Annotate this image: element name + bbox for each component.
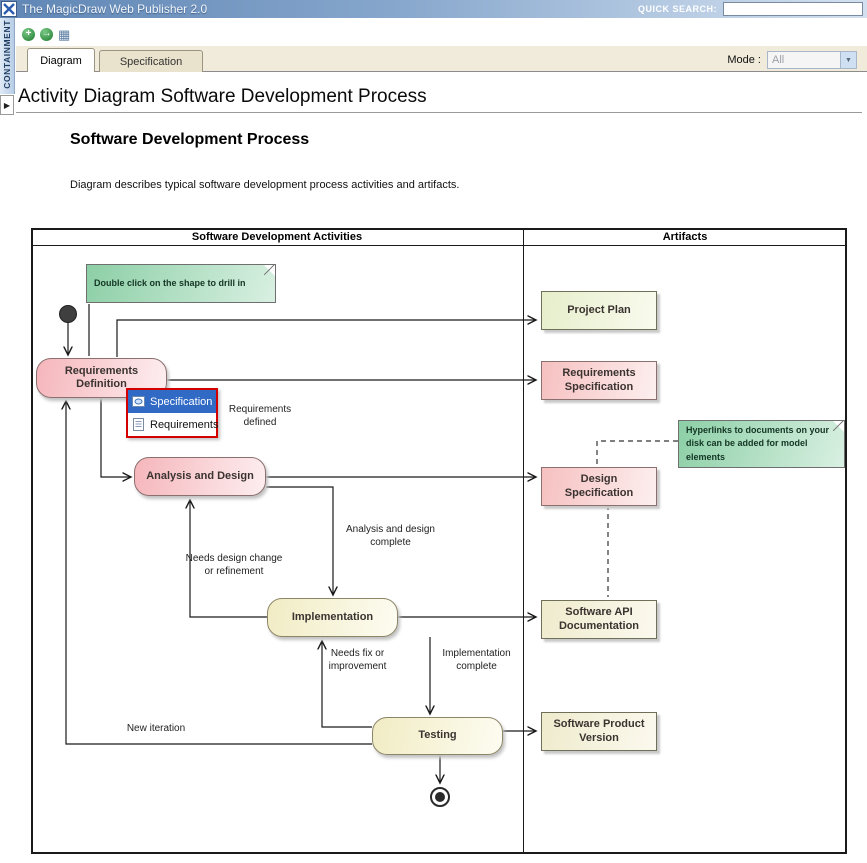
final-node (430, 787, 450, 807)
page-heading: Activity Diagram Software Development Pr… (18, 86, 427, 108)
artifact-requirements-specification[interactable]: Requirements Specification (541, 361, 657, 400)
menu-item-label: Requirements (150, 419, 218, 431)
expand-arrow-icon: ▶ (4, 101, 10, 110)
mode-label: Mode : (727, 54, 761, 66)
quick-search-label: QUICK SEARCH: (638, 4, 717, 14)
navigate-icon[interactable]: → (40, 28, 53, 41)
containment-panel-collapsed[interactable]: CONTAINMENT (0, 18, 15, 94)
mode-group: Mode : All ▼ (727, 51, 857, 69)
tab-specification[interactable]: Specification (99, 50, 203, 72)
zoom-in-icon[interactable]: + (22, 28, 35, 41)
toolbar: + → ▦ (22, 26, 70, 42)
activity-implementation[interactable]: Implementation (267, 598, 398, 637)
edge-label-new-iteration: New iteration (120, 723, 192, 736)
activity-testing[interactable]: Testing (372, 717, 503, 755)
containment-label: CONTAINMENT (2, 20, 12, 89)
title-bar: The MagicDraw Web Publisher 2.0 QUICK SE… (0, 0, 867, 18)
note-hyperlinks: Hyperlinks to documents on your disk can… (678, 420, 845, 468)
heading-divider (16, 112, 862, 113)
diagram-description: Diagram describes typical software devel… (70, 179, 459, 191)
lane-title-activities: Software Development Activities (31, 231, 523, 243)
edge-label-needs-design: Needs design change or refinement (180, 553, 288, 578)
app-window: The MagicDraw Web Publisher 2.0 QUICK SE… (0, 0, 867, 863)
tab-diagram[interactable]: Diagram (27, 48, 95, 72)
artifact-software-api-documentation[interactable]: Software API Documentation (541, 600, 657, 639)
swimlane-divider (523, 228, 524, 854)
requirements-icon (132, 418, 145, 431)
containment-expand-button[interactable]: ▶ (0, 95, 14, 115)
note-fold-icon (264, 265, 275, 276)
dropdown-arrow-icon: ▼ (840, 52, 856, 68)
specification-icon (132, 395, 145, 408)
mode-selected-value: All (768, 54, 840, 66)
menu-item-requirements[interactable]: Requirements (128, 413, 216, 436)
menu-item-specification[interactable]: Specification (128, 390, 216, 413)
tab-bar: Diagram Specification Mode : All ▼ (16, 46, 867, 72)
artifact-project-plan[interactable]: Project Plan (541, 291, 657, 330)
note-hyperlinks-text: Hyperlinks to documents on your disk can… (686, 424, 830, 463)
menu-item-label: Specification (150, 396, 212, 408)
diagram-frame (31, 228, 847, 854)
lane-title-artifacts: Artifacts (523, 231, 847, 243)
app-title: The MagicDraw Web Publisher 2.0 (22, 2, 207, 16)
initial-node (59, 305, 77, 323)
edge-label-needs-fix: Needs fix or improvement (315, 648, 400, 673)
magicdraw-logo-icon (1, 1, 17, 17)
artifact-software-product-version[interactable]: Software Product Version (541, 712, 657, 751)
image-export-icon[interactable]: ▦ (58, 28, 70, 41)
quick-search-input[interactable] (723, 2, 863, 16)
mode-select[interactable]: All ▼ (767, 51, 857, 69)
final-node-dot (435, 792, 445, 802)
context-menu: Specification Requirements (126, 388, 218, 438)
diagram-title: Software Development Process (70, 131, 309, 149)
note-drill-in: Double click on the shape to drill in (86, 264, 276, 303)
artifact-design-specification[interactable]: Design Specification (541, 467, 657, 506)
edge-label-analysis-complete: Analysis and design complete (343, 524, 438, 549)
activity-analysis-and-design[interactable]: Analysis and Design (134, 457, 266, 496)
edge-label-implementation-complete: Implementation complete (434, 648, 519, 673)
note-drill-text: Double click on the shape to drill in (94, 277, 246, 290)
edge-label-requirements-defined: Requirements defined (220, 404, 300, 429)
note-fold-icon (833, 421, 844, 432)
